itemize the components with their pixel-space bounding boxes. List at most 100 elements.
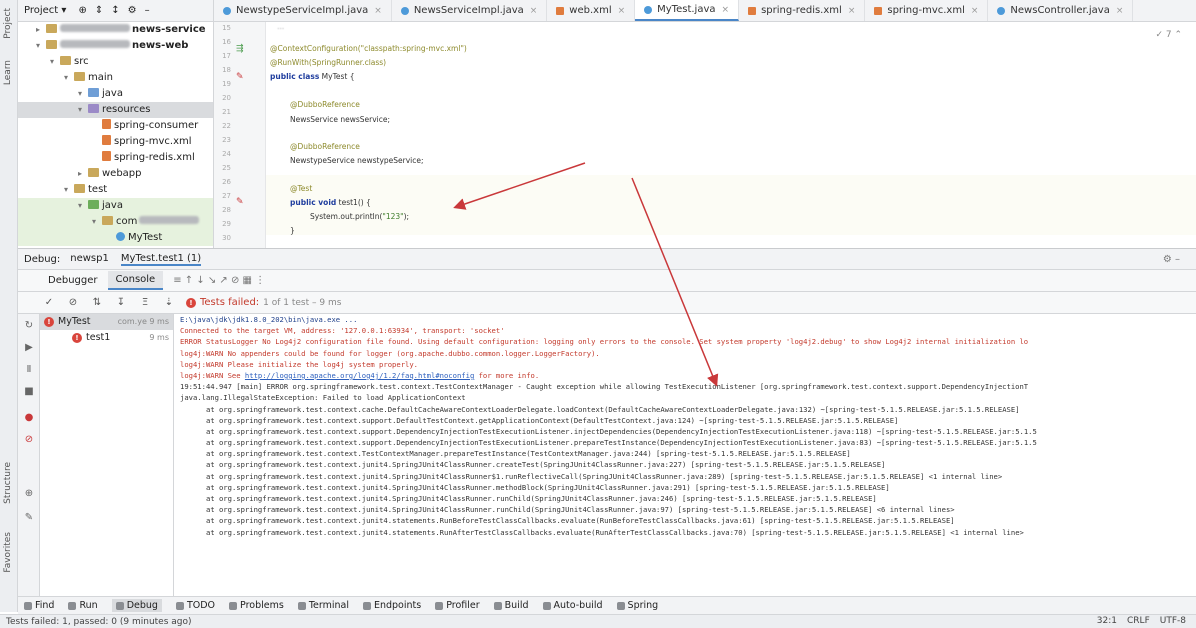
project-tree-item[interactable]: ▾ java (18, 86, 213, 102)
project-tree-item[interactable]: spring-consumer (18, 118, 213, 134)
expand-arrow-icon[interactable]: ▾ (50, 54, 60, 70)
zoom-icon[interactable]: ⊕ (23, 488, 35, 500)
project-tree-item[interactable]: ▾ src (18, 54, 213, 70)
tool-window-debug[interactable]: Debug (111, 599, 162, 612)
tool-window-spring[interactable]: Spring (616, 600, 658, 611)
stop-icon[interactable]: ⊘ (66, 296, 80, 310)
project-tree-item[interactable]: ▾ main (18, 70, 213, 86)
project-tree-item[interactable]: ▾ resources (18, 102, 213, 118)
expand-arrow-icon[interactable]: ▾ (64, 70, 74, 86)
tool-window-todo[interactable]: TODO (175, 600, 215, 611)
close-icon[interactable]: × (1116, 6, 1124, 16)
console-line: log4j:WARN See http://logging.apache.org… (174, 370, 1196, 381)
project-tool-button[interactable]: Project (3, 8, 13, 39)
test-result-item[interactable]: ! MyTest com.ye 9 ms (40, 314, 173, 330)
tool-window-find[interactable]: Find (24, 600, 54, 611)
tool-window-run[interactable]: Run (68, 600, 98, 611)
expand-icon[interactable]: ↕ (111, 5, 119, 16)
expand-arrow-icon[interactable]: ▾ (64, 182, 74, 198)
editor-tab[interactable]: spring-redis.xml × (739, 0, 866, 21)
sort-icon[interactable]: ⇅ (90, 296, 104, 310)
learn-tool-button[interactable]: Learn (3, 60, 13, 85)
inspection-widget[interactable]: ✓ 7 ⌃ (1155, 30, 1182, 40)
tool-window-label: Problems (240, 600, 284, 611)
hide-panel-icon[interactable]: ⚙ – (1163, 254, 1180, 265)
expand-arrow-icon[interactable]: ▾ (36, 38, 46, 54)
close-icon[interactable]: × (374, 6, 382, 16)
project-tree-item[interactable]: ▾ test (18, 182, 213, 198)
project-tree-item[interactable]: ▸ news-service (18, 22, 213, 38)
debug-session-tab[interactable]: MyTest.test1 (1) (120, 253, 202, 266)
expand-arrow-icon[interactable]: ▾ (78, 198, 88, 214)
run-gutter-icon[interactable]: ⇶ (236, 44, 244, 54)
close-icon[interactable]: × (618, 6, 626, 16)
editor-tab[interactable]: NewsController.java × (988, 0, 1134, 21)
console-output[interactable]: E:\java\jdk\jdk1.8.0_202\bin\java.exe ..… (174, 314, 1196, 596)
tool-window-build[interactable]: Build (493, 600, 529, 611)
close-icon[interactable]: × (848, 6, 856, 16)
console-line: at org.springframework.test.context.supp… (206, 438, 1037, 448)
console-link[interactable]: http://logging.apache.org/log4j/1.2/faq.… (245, 371, 474, 380)
gear-icon[interactable]: ⚙ (128, 5, 137, 16)
expand-arrow-icon[interactable]: ▸ (78, 166, 88, 182)
editor-tab[interactable]: MyTest.java × (635, 0, 740, 21)
structure-tool-button[interactable]: Structure (3, 462, 13, 504)
editor-tab[interactable]: spring-mvc.xml × (865, 0, 989, 21)
cursor-position[interactable]: 32:1 (1097, 616, 1117, 626)
mute-breakpoints-icon[interactable]: ⊘ (23, 434, 35, 446)
console-line: E:\java\jdk\jdk1.8.0_202\bin\java.exe ..… (180, 315, 358, 324)
expand-arrow-icon[interactable]: ▾ (92, 214, 102, 230)
line-number: 23 (222, 136, 231, 144)
code-editor[interactable]: 15 16 17 18 19 20 21 22 23 24 25 26 27 28 29 30 ⇶ ✎ ✎ .… (214, 22, 1196, 248)
locate-icon[interactable]: ⊕ (78, 5, 86, 16)
export-icon[interactable]: ⇣ (162, 296, 176, 310)
expand-arrow-icon[interactable]: ▾ (78, 86, 88, 102)
debug-session-tab[interactable]: newsp1 (70, 253, 109, 266)
tool-window-terminal[interactable]: Terminal (297, 600, 349, 611)
project-tree-item[interactable]: spring-redis.xml (18, 150, 213, 166)
project-tree-item[interactable]: ▾ news-web (18, 38, 213, 54)
collapse-icon[interactable]: ⇕ (95, 5, 103, 16)
close-icon[interactable]: × (530, 6, 538, 16)
favorites-tool-button[interactable]: Favorites (3, 532, 13, 573)
project-tree-item[interactable]: MyTest (18, 230, 213, 246)
close-icon[interactable]: × (971, 6, 979, 16)
breakpoints-icon[interactable]: ● (23, 412, 35, 424)
editor-tab[interactable]: web.xml × (547, 0, 636, 21)
tool-window-endpoints[interactable]: Endpoints (362, 600, 421, 611)
pin-icon[interactable]: ✎ (23, 512, 35, 524)
project-tree-item[interactable]: spring-mvc.xml (18, 134, 213, 150)
project-view-dropdown[interactable]: Project ▾ (24, 5, 66, 16)
tool-window-problems[interactable]: Problems (229, 600, 284, 611)
editor-tab[interactable]: NewstypeServiceImpl.java × (214, 0, 392, 21)
project-panel-header: Project ▾ ⊕ ⇕ ↕ ⚙ – (18, 0, 213, 22)
run-test-method-icon[interactable]: ✎ (236, 197, 244, 207)
rerun-icon[interactable]: ↻ (23, 320, 35, 332)
resume-icon[interactable]: ▶ (23, 342, 35, 354)
status-message[interactable]: Tests failed: 1, passed: 0 (9 minutes ag… (6, 617, 192, 627)
pause-icon[interactable]: Ⅱ (23, 364, 35, 376)
tool-window-auto-build[interactable]: Auto-build (542, 600, 603, 611)
tool-window-profiler[interactable]: Profiler (435, 600, 480, 611)
close-icon[interactable]: × (722, 5, 730, 15)
line-number: 22 (222, 122, 231, 130)
file-encoding[interactable]: UTF-8 (1160, 616, 1186, 626)
tab-debugger[interactable]: Debugger (40, 272, 106, 289)
expand-arrow-icon[interactable]: ▸ (36, 22, 46, 38)
project-tree-item[interactable]: ▸ webapp (18, 166, 213, 182)
project-tree-item[interactable]: ▾ com (18, 214, 213, 230)
line-separator[interactable]: CRLF (1127, 616, 1150, 626)
editor-tab[interactable]: NewsServiceImpl.java × (392, 0, 548, 21)
tab-console[interactable]: Console (107, 271, 164, 290)
layout-icon[interactable]: ≡ ↑ ↓ ↘ ↗ ⊘ ▦ ⋮ (173, 275, 265, 286)
sort-duration-icon[interactable]: ↧ (114, 296, 128, 310)
expand-arrow-icon[interactable]: ▾ (78, 102, 88, 118)
resources-folder-icon (88, 104, 99, 113)
check-icon[interactable]: ✓ (42, 296, 56, 310)
stop-debug-icon[interactable]: ■ (23, 386, 35, 398)
test-result-item[interactable]: ! test1 9 ms (40, 330, 173, 346)
filter-icon[interactable]: Ξ (138, 296, 152, 310)
hide-icon[interactable]: – (145, 5, 150, 16)
project-tree-item[interactable]: ▾ java (18, 198, 213, 214)
run-test-class-icon[interactable]: ✎ (236, 72, 244, 82)
